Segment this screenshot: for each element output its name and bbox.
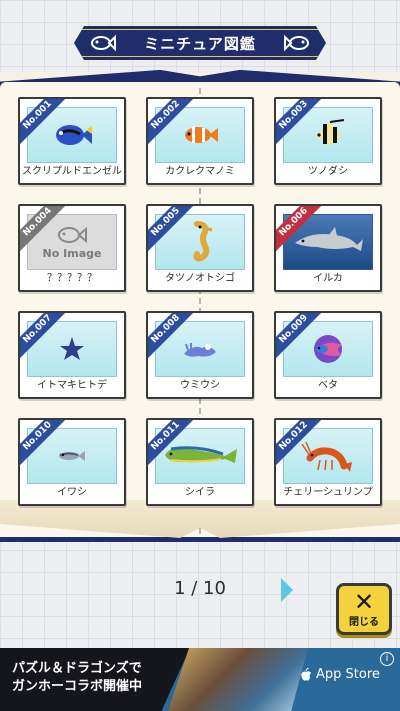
page-header: ミニチュア図鑑 — [74, 26, 326, 60]
apple-icon — [301, 667, 311, 681]
dolphin-icon — [295, 227, 363, 251]
moorish-idol-fish-icon — [316, 119, 345, 146]
ad-character-art — [168, 648, 308, 711]
encyclopedia-card[interactable]: No.006 イルカ — [274, 204, 382, 292]
ad-line-2: ガンホーコラボ開催中 — [12, 679, 143, 694]
card-name: ウミウシ — [180, 380, 220, 391]
card-name: スクリプルドエンゼル — [22, 166, 122, 177]
sardine-icon — [59, 451, 85, 461]
encyclopedia-card[interactable]: No.005 タツノオトシゴ — [146, 204, 254, 292]
card-name: チェリーシュリンプ — [283, 487, 373, 498]
close-button[interactable]: ✕ 閉じる — [336, 583, 392, 635]
card-name: カクレクマノミ — [165, 166, 235, 177]
encyclopedia-card[interactable]: No.002 カクレクマノミ — [146, 97, 254, 185]
blue-tang-fish-icon — [56, 125, 92, 145]
card-name: ベタ — [318, 380, 338, 391]
shrimp-icon — [301, 441, 352, 472]
card-name: イトマキヒトデ — [37, 380, 107, 391]
ad-info-icon[interactable]: i — [380, 652, 394, 666]
clownfish-icon — [185, 127, 218, 143]
close-button-label: 閉じる — [349, 616, 379, 628]
encyclopedia-card[interactable]: No.003 ツノダシ — [274, 97, 382, 185]
close-icon: ✕ — [353, 587, 375, 616]
encyclopedia-card[interactable]: No.007 イトマキヒトデ — [18, 311, 126, 399]
starfish-icon — [60, 337, 84, 360]
fish-icon — [284, 34, 309, 52]
encyclopedia-card[interactable]: No.010 イワシ — [18, 418, 126, 506]
card-name: ツノダシ — [307, 166, 349, 177]
app-store-label: App Store — [316, 667, 380, 682]
encyclopedia-grid: No.001 スクリプルドエンゼル No.002 カクレクマノミ No.003 … — [18, 97, 386, 506]
mahi-mahi-icon — [165, 446, 237, 463]
seahorse-icon — [193, 221, 213, 262]
ad-line-1: パズル＆ドラゴンズで — [12, 661, 142, 676]
encyclopedia-card[interactable]: No.009 ベタ — [274, 311, 382, 399]
encyclopedia-card[interactable]: No.001 スクリプルドエンゼル — [18, 97, 126, 185]
fish-icon — [91, 34, 116, 52]
encyclopedia-card[interactable]: No.012 チェリーシュリンプ — [274, 418, 382, 506]
encyclopedia-card[interactable]: No.011 シイラ — [146, 418, 254, 506]
no-image-label: No Image — [42, 246, 102, 260]
app-store-link[interactable]: App Store — [300, 667, 380, 682]
sea-slug-icon — [184, 343, 216, 357]
betta-fish-icon — [314, 335, 342, 363]
ad-text: パズル＆ドラゴンズで ガンホーコラボ開催中 — [12, 660, 142, 696]
card-name: ？？？？？ — [47, 273, 97, 284]
card-name: イルカ — [313, 273, 343, 284]
card-name: イワシ — [57, 487, 87, 498]
encyclopedia-card[interactable]: No.008 ウミウシ — [146, 311, 254, 399]
card-name: タツノオトシゴ — [165, 273, 235, 284]
encyclopedia-card-locked[interactable]: No.004 No Image ？？？？？ — [18, 204, 126, 292]
fish-outline-icon — [58, 226, 87, 243]
card-name: シイラ — [185, 487, 215, 498]
page-title: ミニチュア図鑑 — [144, 34, 256, 53]
ad-banner[interactable]: パズル＆ドラゴンズで ガンホーコラボ開催中 App Store i — [0, 648, 400, 711]
next-page-arrow-icon[interactable] — [281, 578, 293, 602]
